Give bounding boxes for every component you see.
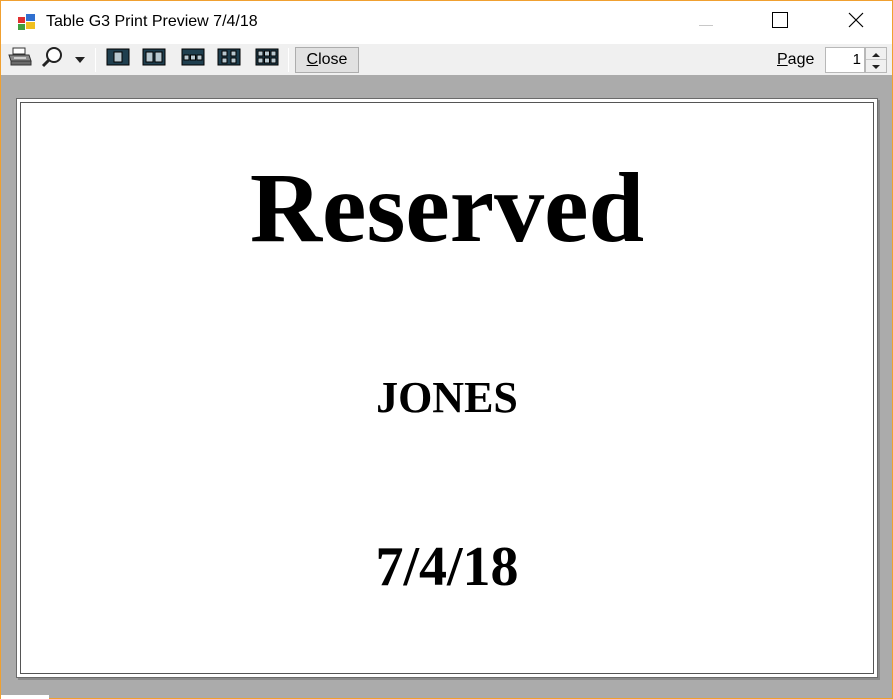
two-pages-button[interactable] — [141, 47, 167, 72]
reservation-name: JONES — [376, 373, 518, 422]
page-down-button[interactable] — [866, 60, 886, 72]
close-button-label: lose — [318, 51, 348, 68]
maximize-icon — [772, 12, 788, 33]
preview-page: Reserved JONES 7/4/18 — [16, 98, 878, 678]
zoom-dropdown[interactable] — [71, 47, 89, 72]
two-pages-icon — [142, 48, 166, 71]
three-pages-button[interactable] — [180, 47, 206, 72]
four-pages-button[interactable] — [216, 47, 242, 72]
print-preview-window: Table G3 Print Preview 7/4/18 C lose Pag… — [0, 0, 893, 699]
toolbar: Close Page 1 — [1, 44, 892, 75]
app-icon — [17, 13, 37, 31]
page-number-input[interactable]: 1 — [825, 47, 865, 73]
three-pages-icon — [181, 48, 205, 71]
minimize-button[interactable] — [683, 1, 729, 44]
four-pages-icon — [217, 48, 241, 71]
toolbar-separator — [95, 48, 96, 72]
six-pages-icon — [255, 48, 279, 71]
zoom-icon — [40, 46, 64, 73]
title-bar[interactable]: Table G3 Print Preview 7/4/18 — [1, 1, 892, 44]
page-label: Page — [777, 51, 814, 69]
zoom-button[interactable] — [39, 47, 65, 72]
close-preview-button[interactable]: Close — [295, 47, 359, 73]
six-pages-button[interactable] — [254, 47, 280, 72]
page-spinner — [865, 47, 887, 73]
print-icon — [7, 47, 33, 72]
one-page-icon — [106, 48, 130, 71]
page-border: Reserved JONES 7/4/18 — [20, 102, 874, 674]
print-button[interactable] — [6, 47, 34, 72]
status-strip — [1, 695, 49, 699]
close-icon — [848, 12, 864, 33]
close-window-button[interactable] — [833, 1, 879, 44]
dropdown-arrow-icon — [74, 51, 86, 69]
window-title: Table G3 Print Preview 7/4/18 — [46, 13, 258, 30]
page-label-accel: P — [777, 51, 788, 68]
preview-area[interactable]: Reserved JONES 7/4/18 — [1, 75, 892, 698]
spin-down-icon — [871, 57, 881, 75]
minimize-icon — [699, 14, 713, 32]
one-page-button[interactable] — [105, 47, 131, 72]
reserved-heading: Reserved — [249, 152, 645, 263]
maximize-button[interactable] — [757, 1, 803, 44]
page-label-text: age — [787, 51, 815, 68]
toolbar-separator — [288, 48, 289, 72]
close-button-accel: C — [306, 51, 319, 68]
reservation-date: 7/4/18 — [375, 536, 519, 598]
